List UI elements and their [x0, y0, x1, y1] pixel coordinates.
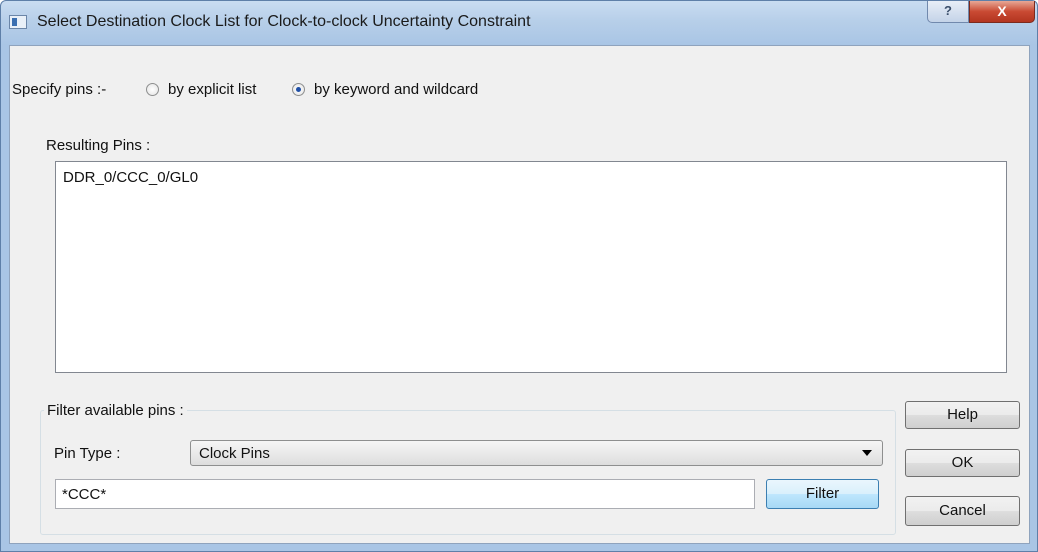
title-close-button[interactable]: X — [969, 1, 1035, 23]
dialog-window: Select Destination Clock List for Clock-… — [0, 0, 1038, 552]
list-item[interactable]: DDR_0/CCC_0/GL0 — [63, 169, 198, 186]
resulting-pins-list[interactable]: DDR_0/CCC_0/GL0 — [55, 161, 1007, 373]
radio-explicit-list[interactable] — [146, 83, 159, 96]
filter-button[interactable]: Filter — [766, 479, 879, 509]
pin-type-select[interactable]: Clock Pins — [190, 440, 883, 466]
radio-keyword-wildcard[interactable] — [292, 83, 305, 96]
cancel-button[interactable]: Cancel — [905, 496, 1020, 526]
filter-pattern-input[interactable] — [55, 479, 755, 509]
resulting-pins-label: Resulting Pins : — [46, 137, 151, 154]
ok-button[interactable]: OK — [905, 449, 1020, 477]
window-title: Select Destination Clock List for Clock-… — [37, 13, 531, 30]
dialog-app-icon — [9, 15, 27, 29]
dialog-body: Specify pins :- by explicit list by keyw… — [9, 45, 1030, 544]
radio-explicit-list-label[interactable]: by explicit list — [168, 81, 256, 98]
pin-type-label: Pin Type : — [54, 445, 121, 462]
filter-groupbox — [40, 410, 896, 535]
chevron-down-icon[interactable] — [862, 450, 872, 456]
title-help-button[interactable]: ? — [927, 1, 969, 23]
filter-group-label: Filter available pins : — [44, 402, 187, 419]
help-button[interactable]: Help — [905, 401, 1020, 429]
specify-pins-label: Specify pins :- — [12, 81, 107, 98]
title-bar[interactable]: Select Destination Clock List for Clock-… — [1, 1, 1037, 45]
radio-keyword-wildcard-label[interactable]: by keyword and wildcard — [314, 81, 478, 98]
pin-type-value: Clock Pins — [199, 445, 270, 462]
